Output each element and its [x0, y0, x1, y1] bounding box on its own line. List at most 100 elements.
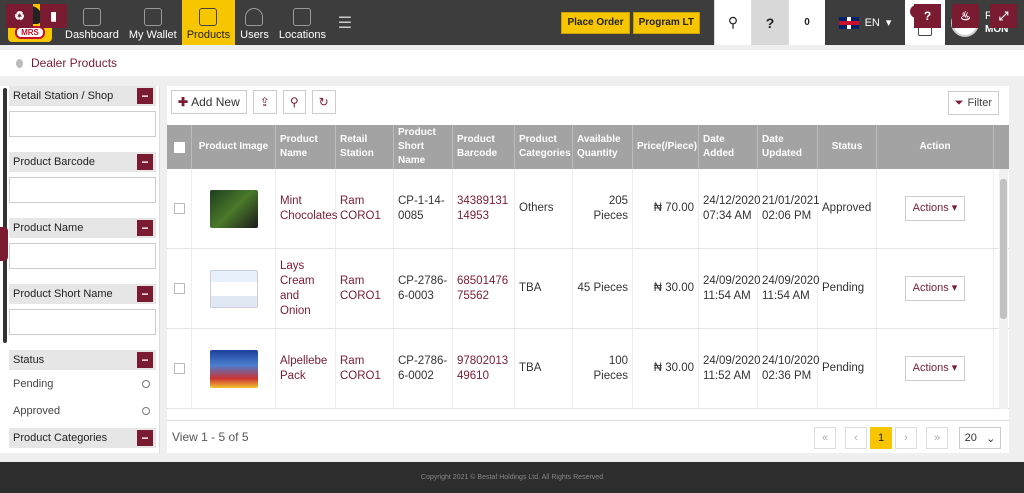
actions-dropdown[interactable]: Actions ▾: [904, 356, 966, 381]
export-button[interactable]: ⇪: [252, 90, 277, 114]
add-new-button[interactable]: ✚ Add New: [171, 90, 247, 114]
search-button[interactable]: ⚲: [282, 90, 306, 114]
row-checkbox[interactable]: [173, 283, 185, 294]
last-page-button[interactable]: »: [926, 427, 948, 449]
product-name[interactable]: Lays Cream and Onion: [276, 249, 336, 328]
actions-dropdown[interactable]: Actions ▾: [904, 196, 966, 221]
col-header[interactable]: Date Updated: [758, 125, 818, 169]
short-name: CP-2786-6-0003: [394, 249, 453, 328]
actions-dropdown[interactable]: Actions ▾: [904, 276, 966, 301]
page-size-select[interactable]: 20 ⌄: [959, 427, 1001, 449]
col-header[interactable]: Product Short Name: [394, 125, 453, 169]
product-image-cell: [192, 249, 276, 328]
language-selector[interactable]: EN ▾: [825, 0, 905, 45]
sidebar-toggle[interactable]: [0, 227, 8, 261]
recycle-icon[interactable]: ♻: [6, 4, 33, 28]
breadcrumb-title: Dealer Products: [31, 56, 118, 70]
filter-name-header: Product Name −: [9, 218, 156, 238]
help-icon[interactable]: ?: [751, 0, 788, 45]
short-name-input[interactable]: [9, 309, 156, 335]
filter-retail-station: Retail Station / Shop −: [9, 86, 156, 137]
product-name[interactable]: Alpellebe Pack: [276, 329, 336, 408]
product-image[interactable]: [209, 349, 258, 388]
refresh-button[interactable]: ↻: [311, 90, 336, 114]
collapse-icon[interactable]: −: [137, 220, 153, 236]
col-header[interactable]: Product Barcode: [453, 125, 515, 169]
bookmark-icon[interactable]: ▮: [40, 4, 67, 28]
filter-scrollbar[interactable]: [3, 88, 7, 343]
filter-short-name: Product Short Name −: [9, 284, 156, 335]
nav-my-wallet[interactable]: My Wallet: [124, 0, 182, 45]
cart-icon[interactable]: 0: [788, 0, 825, 45]
category: TBA: [515, 329, 573, 408]
search-icon: ⚲: [289, 95, 299, 109]
caret-down-icon: ▾: [885, 17, 892, 29]
actions-label: Actions: [912, 282, 949, 294]
collapse-icon[interactable]: −: [137, 352, 153, 368]
col-header[interactable]: Status: [818, 125, 877, 169]
prev-page-button[interactable]: ‹: [845, 427, 867, 449]
nav-products[interactable]: Products: [181, 0, 236, 45]
select-all-checkbox[interactable]: [173, 141, 185, 153]
retail-station[interactable]: Ram CORO1: [336, 329, 394, 408]
col-header[interactable]: Available Quantity: [573, 125, 633, 169]
collapse-icon[interactable]: −: [137, 286, 153, 302]
nav-locations[interactable]: Locations: [274, 0, 331, 45]
menu-icon[interactable]: ☰: [331, 0, 359, 45]
barcode-input[interactable]: [9, 177, 156, 203]
nav-dashboard[interactable]: Dashboard: [60, 0, 124, 45]
chevron-down-icon: ⌄: [986, 432, 996, 445]
col-header[interactable]: Product Name: [276, 125, 336, 169]
first-page-button[interactable]: «: [814, 427, 836, 449]
current-page[interactable]: 1: [870, 427, 892, 449]
filter-retail-station-header: Retail Station / Shop −: [9, 86, 156, 106]
filter-button[interactable]: ⏷ Filter: [947, 91, 999, 115]
select-all-cell: [167, 125, 192, 169]
status-option-approved[interactable]: Approved: [9, 397, 156, 424]
place-order-button[interactable]: Place Order: [561, 11, 630, 34]
filter-panel: Retail Station / Shop − Product Barcode − …: [0, 86, 160, 453]
col-header[interactable]: Date Added: [699, 125, 758, 169]
barcode[interactable]: 6850147675562: [453, 249, 515, 328]
row-checkbox[interactable]: [173, 203, 185, 214]
uk-flag-icon: [838, 16, 859, 29]
program-lt-button[interactable]: Program LT: [632, 11, 700, 34]
actions-label: Actions: [912, 202, 949, 214]
page-size-value: 20: [964, 432, 977, 444]
fire-icon[interactable]: ♨: [952, 4, 979, 28]
col-header[interactable]: Product Image: [192, 125, 276, 169]
filter-categories: Product Categories −: [9, 428, 156, 453]
retail-station[interactable]: Ram CORO1: [336, 169, 394, 248]
filter-categories-header: Product Categories −: [9, 428, 156, 448]
search-icon[interactable]: ⚲: [714, 0, 751, 45]
collapse-icon[interactable]: −: [137, 88, 153, 104]
row-checkbox[interactable]: [173, 363, 185, 374]
short-name: CP-1-14-0085: [394, 169, 453, 248]
help-icon[interactable]: ?: [914, 4, 941, 28]
scrollbar-thumb[interactable]: [1000, 179, 1007, 319]
status-option-pending[interactable]: Pending: [9, 370, 156, 397]
product-name[interactable]: Mint Chocolates: [276, 169, 338, 248]
refresh-icon: ↻: [318, 95, 329, 109]
product-image[interactable]: [209, 189, 258, 228]
col-header[interactable]: Retail Station: [336, 125, 394, 169]
product-name-input[interactable]: [9, 243, 156, 269]
col-header[interactable]: Product Categories: [515, 125, 573, 169]
search-icon: [142, 379, 150, 388]
retail-station[interactable]: Ram CORO1: [336, 249, 394, 328]
view-count: View 1 - 5 of 5: [172, 430, 249, 444]
retail-station-input[interactable]: [9, 111, 156, 137]
nav-users[interactable]: Users: [235, 0, 274, 45]
col-header[interactable]: Price(/Piece): [633, 125, 699, 169]
collapse-icon[interactable]: −: [137, 154, 153, 170]
fullscreen-icon[interactable]: ⤢: [990, 4, 1017, 28]
product-image[interactable]: [209, 269, 258, 308]
next-page-button[interactable]: ›: [895, 427, 917, 449]
status: Pending: [818, 249, 877, 328]
users-icon: [245, 8, 264, 26]
table-scrollbar[interactable]: [999, 169, 1008, 409]
collapse-icon[interactable]: −: [137, 430, 153, 446]
barcode[interactable]: 9780201349610: [453, 329, 515, 408]
barcode[interactable]: 3438913114953: [453, 169, 515, 248]
